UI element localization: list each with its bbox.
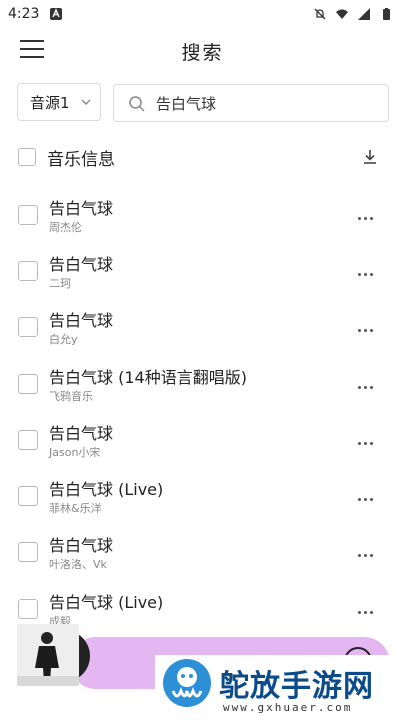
watermark-brand: 鸵放手游网 [219,669,374,704]
song-artist: 二珂 [49,277,71,290]
song-row[interactable]: 告白气球 二珂 [18,251,388,303]
song-title: 告白气球 [49,536,114,555]
song-row[interactable]: 告白气球 周杰伦 [18,195,388,247]
select-all-checkbox[interactable] [18,148,36,166]
more-icon[interactable] [358,599,378,614]
song-title: 告白气球 [49,199,114,218]
song-row[interactable]: 告白气球 白允y [18,307,388,359]
song-row[interactable]: 告白气球 Jason小宋 [18,420,388,472]
page-title: 搜索 [181,42,224,64]
song-row[interactable]: 告白气球 (Live) 菲林&乐洋 [18,476,388,528]
song-artist: 周杰伦 [49,221,82,234]
watermark-url: www.gxhuaer.com [223,701,353,714]
notification-a-icon [50,8,63,20]
album-cover[interactable] [17,624,79,686]
more-icon[interactable] [358,542,378,557]
more-icon[interactable] [358,430,378,445]
search-box[interactable] [113,84,389,122]
song-checkbox[interactable] [18,486,38,506]
song-title: 告白气球 [49,255,114,274]
song-artist: 飞鸦音乐 [49,390,93,403]
octopus-logo-icon [163,659,211,707]
song-checkbox[interactable] [18,374,38,394]
top-bar: 搜索 [0,28,405,74]
more-icon[interactable] [358,486,378,501]
more-icon[interactable] [358,261,378,276]
song-checkbox[interactable] [18,430,38,450]
song-title: 告白气球 [49,424,114,443]
song-row[interactable]: 告白气球 (14种语言翻唱版) 飞鸦音乐 [18,364,388,416]
more-icon[interactable] [358,205,378,220]
status-bar: 4:23 [0,0,405,28]
song-checkbox[interactable] [18,542,38,562]
song-title: 告白气球 (14种语言翻唱版) [49,368,247,387]
list-header: 音乐信息 [18,145,388,170]
song-title: 告白气球 (Live) [49,593,164,612]
song-row[interactable]: 告白气球 叶洛洛、Vk [18,532,388,584]
song-artist: Jason小宋 [49,446,101,459]
more-icon[interactable] [358,317,378,332]
album-art-icon [17,624,79,686]
song-checkbox[interactable] [18,599,38,619]
search-input[interactable] [154,93,358,113]
song-checkbox[interactable] [18,261,38,281]
download-icon[interactable] [362,148,378,166]
battery-icon [383,8,390,20]
song-artist: 叶洛洛、Vk [49,558,107,571]
song-artist: 菲林&乐洋 [49,502,102,515]
wifi-icon [336,9,348,19]
song-checkbox[interactable] [18,317,38,337]
search-icon [129,96,145,112]
song-title: 告白气球 [49,311,114,330]
more-icon[interactable] [358,374,378,389]
song-artist: 白允y [49,333,78,346]
signal-icon [358,8,370,20]
watermark: 鸵放手游网 www.gxhuaer.com [155,655,405,720]
chevron-down-icon [81,99,91,105]
song-checkbox[interactable] [18,205,38,225]
mute-icon [314,8,326,20]
song-title: 告白气球 (Live) [49,480,164,499]
source-select-value: 音源1 [30,93,70,112]
status-time: 4:23 [8,6,40,22]
source-select[interactable]: 音源1 [17,83,101,121]
list-header-label: 音乐信息 [47,149,115,170]
